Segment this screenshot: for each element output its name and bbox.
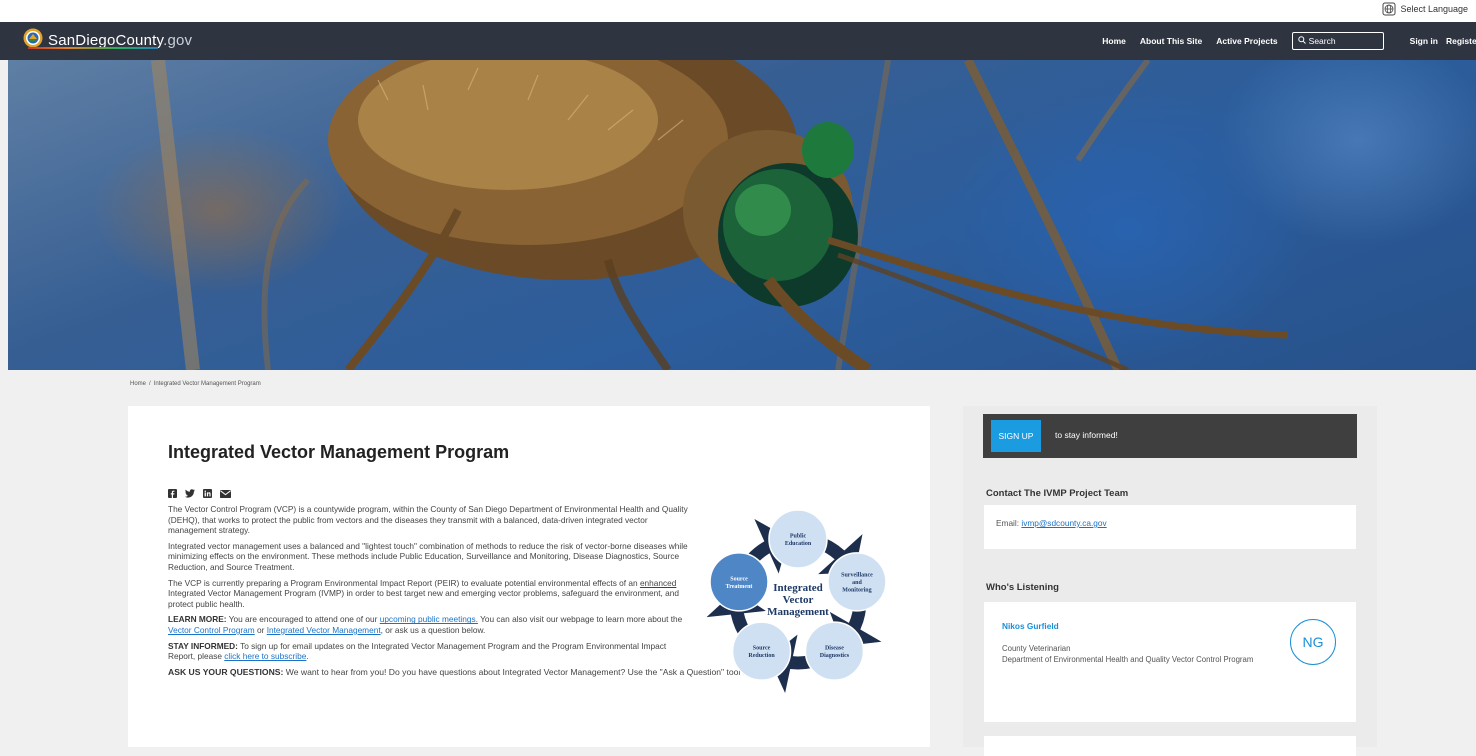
cycle-center-label: Vector	[783, 594, 814, 606]
cycle-node-label: Education	[785, 541, 812, 547]
linkedin-icon[interactable]	[203, 485, 212, 503]
nav-links: Home About This Site Active Projects Sea…	[1102, 22, 1476, 60]
listener-role: County Veterinarian Department of Enviro…	[1002, 644, 1254, 664]
subscribe-link[interactable]: click here to subscribe	[224, 651, 306, 661]
listener-name: Nikos Gurfield	[1002, 621, 1059, 631]
email-icon[interactable]	[220, 485, 231, 503]
listener-card: Nikos Gurfield County Veterinarian Depar…	[984, 602, 1356, 722]
sign-up-button[interactable]: SIGN UP	[991, 420, 1041, 452]
twitter-icon[interactable]	[185, 485, 195, 503]
cycle-node-label: Source	[753, 646, 771, 652]
paragraph-vcp: The Vector Control Program (VCP) is a co…	[168, 504, 688, 536]
whos-listening-title: Who's Listening	[986, 582, 1059, 593]
cycle-node-label: Diagnostics	[820, 653, 850, 659]
facebook-icon[interactable]	[168, 485, 177, 503]
paragraph-peir: The VCP is currently preparing a Program…	[168, 577, 679, 609]
contact-email-link[interactable]: ivmp@sdcounty.ca.gov	[1021, 518, 1106, 528]
county-seal-icon	[23, 28, 43, 53]
ivm-cycle-diagram: Public Education Surveillanceand Monitoring…	[706, 509, 887, 693]
paragraph-ivm: Integrated vector management uses a bala…	[168, 540, 688, 572]
utility-bar: Select Language	[0, 0, 1476, 22]
cycle-node-label: Surveillance	[841, 573, 873, 579]
listener-card-next	[984, 736, 1356, 756]
cycle-node-label: and	[852, 580, 862, 586]
logo-underline	[28, 47, 158, 49]
public-meetings-link[interactable]: upcoming public meetings.	[380, 614, 478, 624]
sidebar-panel: SIGN UP to stay informed! Contact The IV…	[963, 406, 1377, 756]
intro-text: The Vector Control Program (VCP) is a co…	[168, 504, 767, 682]
nav-active-projects[interactable]: Active Projects	[1216, 36, 1277, 46]
page-title: Integrated Vector Management Program	[168, 442, 510, 462]
globe-icon	[1382, 2, 1396, 16]
integrated-vector-management-link[interactable]: Integrated Vector Management	[267, 625, 381, 635]
cycle-node-label: Source	[730, 576, 748, 582]
search-icon	[1297, 36, 1306, 46]
contact-email-line: Email: ivmp@sdcounty.ca.gov	[996, 518, 1107, 528]
breadcrumb: Home / Integrated Vector Management Progra…	[130, 381, 261, 387]
nav-home[interactable]: Home	[1102, 36, 1126, 46]
cycle-center-label: Management	[767, 606, 829, 618]
avatar: NG	[1290, 619, 1336, 665]
search-placeholder: Search	[1308, 36, 1336, 46]
nav-about[interactable]: About This Site	[1140, 36, 1202, 46]
cycle-node-label: Disease	[825, 646, 844, 652]
vector-control-program-link[interactable]: Vector Control Program	[168, 625, 255, 635]
hero-image	[8, 60, 1476, 370]
site-logo[interactable]: SanDiegoCounty.gov	[23, 28, 192, 53]
main-content-card: Integrated Vector Management Program The…	[128, 406, 930, 747]
cycle-node-label: Monitoring	[842, 588, 871, 594]
contact-title: Contact The IVMP Project Team	[986, 488, 1129, 499]
signup-text: to stay informed!	[1055, 430, 1118, 440]
cycle-node-label: Reduction	[748, 653, 775, 659]
cycle-node-label: Treatment	[726, 584, 753, 590]
language-label: Select Language	[1400, 4, 1468, 14]
signup-bar: SIGN UP to stay informed!	[983, 414, 1357, 458]
sidebar: SIGN UP to stay informed! Contact The IV…	[963, 406, 1377, 756]
cycle-node-label: Public	[790, 533, 807, 539]
register-link[interactable]: Register	[1446, 36, 1476, 46]
cycle-center-label: Integrated	[773, 582, 823, 594]
paragraph-stay-informed: STAY INFORMED: To sign up for email upda…	[168, 640, 667, 662]
paragraph-learn-more: LEARN MORE: You are encouraged to attend…	[168, 614, 683, 635]
language-selector[interactable]: Select Language	[1382, 2, 1468, 16]
contact-box: Email: ivmp@sdcounty.ca.gov	[984, 505, 1356, 549]
sign-in-link[interactable]: Sign in	[1410, 36, 1438, 46]
breadcrumb-current: Integrated Vector Management Program	[153, 381, 261, 387]
breadcrumb-home[interactable]: Home	[130, 381, 146, 387]
mosquito-illustration	[151, 60, 1289, 370]
main-navbar: SanDiegoCounty.gov Home About This Site …	[0, 22, 1476, 60]
search-input[interactable]: Search	[1291, 32, 1384, 50]
share-icons	[168, 485, 231, 503]
